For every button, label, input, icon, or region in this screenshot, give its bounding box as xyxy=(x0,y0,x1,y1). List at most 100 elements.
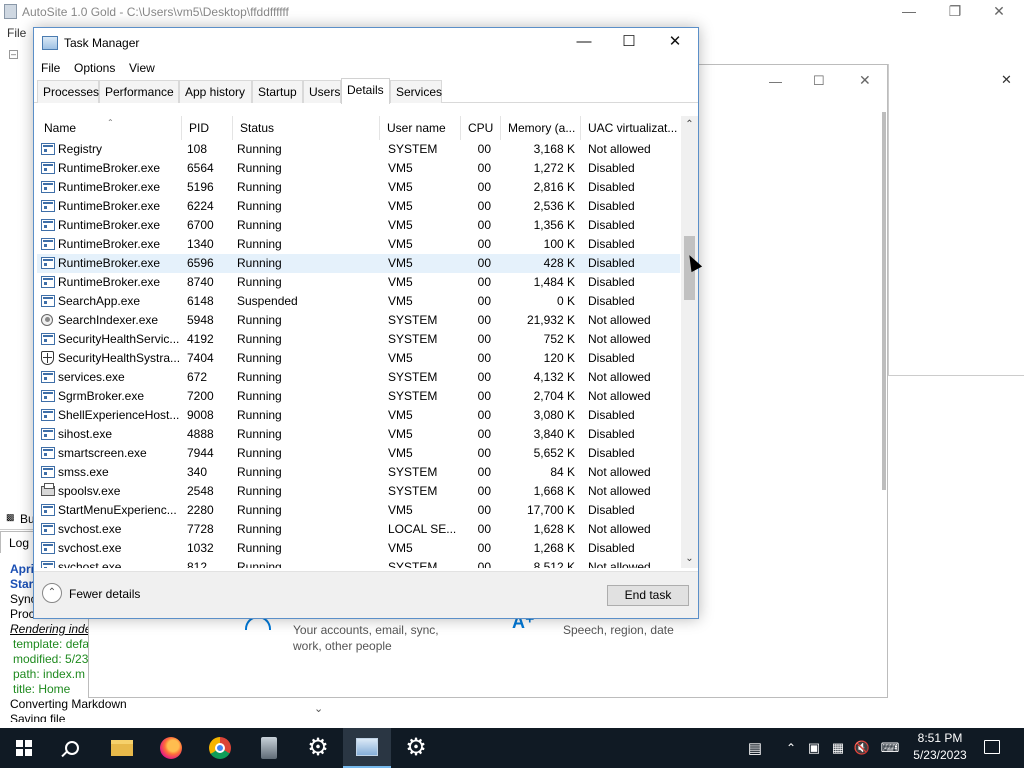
column-header-user-name[interactable]: User name xyxy=(380,116,461,140)
table-row[interactable]: SgrmBroker.exe 7200 Running SYSTEM 00 2,704 K… xyxy=(37,387,680,406)
tab-users[interactable]: Users xyxy=(303,80,341,103)
table-row[interactable]: StartMenuExperienc... 2280 Running VM5 00 17,… xyxy=(37,501,680,520)
minimize-button[interactable]: — xyxy=(561,28,607,58)
tree-collapse-icon[interactable]: – xyxy=(9,50,18,59)
table-row[interactable]: smss.exe 340 Running SYSTEM 00 84 K Not allowe… xyxy=(37,463,680,482)
tab-startup[interactable]: Startup xyxy=(252,80,303,103)
table-row[interactable]: SecurityHealthServic... 4192 Running SYSTEM… xyxy=(37,330,680,349)
table-row[interactable]: RuntimeBroker.exe 6564 Running VM5 00 1,272 K… xyxy=(37,159,680,178)
autosite-maximize-button[interactable]: ❐ xyxy=(932,0,978,24)
column-header-status[interactable]: Status xyxy=(233,116,380,140)
clock[interactable]: 8:51 PM 5/23/2023 xyxy=(906,730,974,766)
application-window-icon xyxy=(41,523,55,535)
scroll-down-icon[interactable]: ⌄ xyxy=(681,552,698,566)
autosite-app-icon xyxy=(4,4,17,19)
network-icon[interactable]: ▣ xyxy=(804,728,824,768)
cell-uac: Not allowed xyxy=(588,522,651,536)
taskbar-settings-1[interactable]: ⚙ xyxy=(294,728,342,768)
scroll-up-icon[interactable]: ⌃ xyxy=(681,118,698,132)
start-icon xyxy=(16,740,32,756)
cell-pid: 4888 xyxy=(187,427,214,441)
autosite-menu-file[interactable]: File xyxy=(7,26,26,40)
side-panel-close-icon[interactable]: ✕ xyxy=(1001,72,1012,88)
show-hidden-icons-chevron-icon[interactable]: ⌃ xyxy=(782,728,800,768)
close-button[interactable]: ✕ xyxy=(652,28,698,58)
column-header-cpu[interactable]: CPU xyxy=(461,116,501,140)
taskbar-search-button[interactable] xyxy=(48,728,96,768)
maximize-button[interactable]: ☐ xyxy=(606,28,652,58)
tab-performance[interactable]: Performance xyxy=(99,80,179,103)
table-row[interactable]: RuntimeBroker.exe 6700 Running VM5 00 1,356 K… xyxy=(37,216,680,235)
settings-scrollbar[interactable] xyxy=(882,112,886,490)
column-header-pid[interactable]: PID xyxy=(182,116,233,140)
tab-app-history[interactable]: App history xyxy=(179,80,252,103)
cell-mem: 8,512 K xyxy=(533,560,575,568)
table-row[interactable]: ShellExperienceHost.... 9008 Running VM5 00 3… xyxy=(37,406,680,425)
end-task-button[interactable]: End task xyxy=(607,585,689,606)
tray-app-icon[interactable]: ▦ xyxy=(828,728,848,768)
cell-status: Running xyxy=(237,256,282,270)
menu-file[interactable]: File xyxy=(41,61,60,75)
time-language-description: Speech, region, date xyxy=(563,623,674,637)
chevron-down-icon[interactable]: ⌄ xyxy=(314,702,323,715)
menu-view[interactable]: View xyxy=(129,61,155,75)
cell-cpu: 00 xyxy=(477,313,491,327)
cell-user: VM5 xyxy=(388,294,413,308)
table-row[interactable]: SecurityHealthSystra... 7404 Running VM5 00 1… xyxy=(37,349,680,368)
taskbar-autosite[interactable] xyxy=(245,728,293,768)
tab-details[interactable]: Details xyxy=(341,78,390,104)
volume-muted-icon[interactable]: 🔇 xyxy=(852,728,872,768)
table-row[interactable]: RuntimeBroker.exe 6596 Running VM5 00 428 K Di… xyxy=(37,254,680,273)
settings-minimize-button[interactable]: — xyxy=(769,74,782,89)
log-tab[interactable]: Log xyxy=(0,531,36,553)
taskbar-settings-2[interactable]: ⚙ xyxy=(392,728,440,768)
table-row[interactable]: svchost.exe 7728 Running LOCAL SE... 00 1,628… xyxy=(37,520,680,539)
cell-mem: 1,268 K xyxy=(533,541,575,555)
table-row[interactable]: Registry 108 Running SYSTEM 00 3,168 K Not all… xyxy=(37,140,680,159)
taskbar-firefox[interactable] xyxy=(147,728,195,768)
notification-center-icon[interactable] xyxy=(984,740,1000,754)
table-row[interactable]: services.exe 672 Running SYSTEM 00 4,132 K Not… xyxy=(37,368,680,387)
taskbar-chrome[interactable] xyxy=(196,728,244,768)
start-button[interactable] xyxy=(0,728,48,768)
table-row[interactable]: spoolsv.exe 2548 Running SYSTEM 00 1,668 K Not… xyxy=(37,482,680,501)
task-manager-titlebar[interactable]: Task Manager — ☐ ✕ xyxy=(34,28,698,58)
settings-close-button[interactable]: ✕ xyxy=(859,72,871,89)
menu-options[interactable]: Options xyxy=(74,61,115,75)
table-row[interactable]: RuntimeBroker.exe 8740 Running VM5 00 1,484 K… xyxy=(37,273,680,292)
table-row[interactable]: svchost.exe 1032 Running VM5 00 1,268 K Disabl… xyxy=(37,539,680,558)
taskbar-task-manager[interactable] xyxy=(343,728,391,768)
table-row[interactable]: SearchApp.exe 6148 Suspended VM5 00 0 K Disabl… xyxy=(37,292,680,311)
cell-cpu: 00 xyxy=(477,180,491,194)
cell-status: Running xyxy=(237,503,282,517)
cell-pid: 8740 xyxy=(187,275,214,289)
column-header-memory[interactable]: Memory (a... xyxy=(501,116,581,140)
table-row[interactable]: RuntimeBroker.exe 6224 Running VM5 00 2,536 K… xyxy=(37,197,680,216)
keyboard-layout-icon[interactable]: ▤ xyxy=(742,728,768,768)
tab-processes[interactable]: Processes xyxy=(37,80,99,103)
settings-maximize-button[interactable]: ☐ xyxy=(813,73,825,89)
table-row[interactable]: RuntimeBroker.exe 5196 Running VM5 00 2,816 K… xyxy=(37,178,680,197)
cell-status: Running xyxy=(237,541,282,555)
table-row[interactable]: RuntimeBroker.exe 1340 Running VM5 00 100 K Di… xyxy=(37,235,680,254)
cell-uac: Not allowed xyxy=(588,484,651,498)
table-row[interactable]: svchost.exe 812 Running SYSTEM 00 8,512 K Not … xyxy=(37,558,680,568)
cell-name: ShellExperienceHost.... xyxy=(58,408,180,422)
cell-name: StartMenuExperienc... xyxy=(58,503,177,517)
window-title: Task Manager xyxy=(64,36,140,50)
autosite-file-tree[interactable]: – xyxy=(0,42,34,502)
taskbar-file-explorer[interactable] xyxy=(98,728,146,768)
cell-pid: 7404 xyxy=(187,351,214,365)
autosite-minimize-button[interactable]: — xyxy=(886,0,932,24)
column-header-uac-virtualization[interactable]: UAC virtualizat... xyxy=(581,116,680,140)
table-row[interactable]: SearchIndexer.exe 5948 Running SYSTEM 00 21,9… xyxy=(37,311,680,330)
touch-keyboard-icon[interactable]: ⌨ xyxy=(876,728,904,768)
column-header-name[interactable]: Name ⌃ xyxy=(37,116,182,140)
fewer-details-link[interactable]: Fewer details xyxy=(69,587,140,601)
tab-services[interactable]: Services xyxy=(390,80,442,103)
table-row[interactable]: sihost.exe 4888 Running VM5 00 3,840 K Disable… xyxy=(37,425,680,444)
autosite-close-button[interactable]: ✕ xyxy=(976,0,1022,24)
table-row[interactable]: smartscreen.exe 7944 Running VM5 00 5,652 K Di… xyxy=(37,444,680,463)
chevron-up-icon[interactable]: ⌃ xyxy=(42,583,62,603)
vertical-scrollbar[interactable]: ⌃ ⌄ xyxy=(681,116,698,568)
